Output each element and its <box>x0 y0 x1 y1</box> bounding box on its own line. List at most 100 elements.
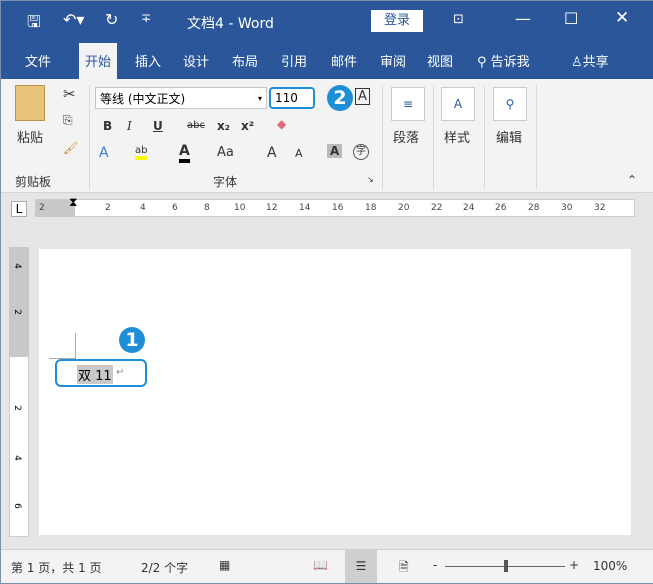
read-mode-icon[interactable]: 📖 <box>313 558 328 572</box>
paste-icon[interactable] <box>15 85 45 121</box>
undo-icon[interactable]: ↶▾ <box>63 10 84 29</box>
horizontal-ruler[interactable]: L 2 ⧗ 2 4 6 8 10 12 14 16 18 20 22 24 26… <box>1 193 653 223</box>
paragraph-button[interactable]: 段落 <box>393 127 419 146</box>
callout-1: 1 <box>119 327 145 353</box>
callout-2: 2 <box>327 85 353 111</box>
ruler-tick: 12 <box>266 203 278 213</box>
share-label: 共享 <box>582 55 609 70</box>
underline-button[interactable]: U <box>153 119 163 133</box>
tell-me-label: 告诉我 <box>490 55 530 70</box>
proofing-icon[interactable]: ▦ <box>219 558 230 572</box>
styles-icon[interactable]: A <box>441 87 475 121</box>
grow-font-button[interactable]: A <box>267 145 277 161</box>
ruler-tick: 4 <box>11 263 22 269</box>
paragraph-icon[interactable]: ≡ <box>391 87 425 121</box>
ruler-tick: 2 <box>11 309 22 315</box>
ribbon: 粘贴 ✂ ⎘ 🖌 剪贴板 等线 (中文正文) ▾ 110 2 A B I U ab… <box>1 79 653 193</box>
bold-button[interactable]: B <box>103 119 112 133</box>
document-page[interactable]: 1 双 11 ↵ <box>39 249 631 535</box>
user-icon: ♙ <box>571 55 583 70</box>
ribbon-display-icon[interactable]: ⊡ <box>453 12 464 27</box>
save-icon[interactable]: 🖫 <box>27 11 41 38</box>
clear-formatting-icon[interactable]: A <box>355 88 370 105</box>
selected-text[interactable]: 双 11 <box>77 365 113 384</box>
ruler-tick: 18 <box>365 203 377 213</box>
close-button[interactable]: ✕ <box>615 8 629 28</box>
font-name-value: 等线 (中文正文) <box>100 92 186 106</box>
font-color-button[interactable]: A <box>179 143 190 163</box>
customize-qat-icon[interactable]: ∓ <box>141 11 151 25</box>
ruler-tick: 6 <box>11 503 22 509</box>
ruler-tick: 6 <box>172 203 178 213</box>
tab-selector-icon[interactable]: L <box>11 201 27 217</box>
tab-review[interactable]: 审阅 <box>380 51 406 70</box>
ruler-tick: 16 <box>332 203 344 213</box>
zoom-slider-thumb[interactable] <box>504 560 508 572</box>
styles-button[interactable]: 样式 <box>444 127 470 146</box>
strikethrough-button[interactable]: abc <box>187 120 205 131</box>
word-count[interactable]: 2/2 个字 <box>141 559 188 576</box>
share-button[interactable]: ♙共享 <box>571 51 609 70</box>
zoom-in-button[interactable]: + <box>569 558 579 572</box>
zoom-out-button[interactable]: - <box>433 558 437 572</box>
ruler-tick: 4 <box>11 455 22 461</box>
superscript-button[interactable]: x² <box>241 119 254 133</box>
tab-references[interactable]: 引用 <box>281 51 307 70</box>
font-group-label: 字体 <box>213 175 238 189</box>
ruler-tick: 10 <box>234 203 246 213</box>
ruler-tick: 28 <box>528 203 540 213</box>
ruler-tick: 4 <box>140 203 146 213</box>
window-title: 文档4 - Word <box>187 16 274 32</box>
shrink-font-button[interactable]: A <box>295 147 303 160</box>
print-layout-icon[interactable]: ☰ <box>345 550 377 583</box>
zoom-level[interactable]: 100% <box>593 559 627 573</box>
text-effect-button[interactable]: A <box>99 145 109 161</box>
redo-icon[interactable]: ↻ <box>105 10 118 29</box>
cut-icon[interactable]: ✂ <box>63 85 76 103</box>
indent-marker-icon[interactable]: ⧗ <box>69 195 77 210</box>
ruler-tick: 8 <box>204 203 210 213</box>
font-name-select[interactable]: 等线 (中文正文) ▾ <box>95 87 267 109</box>
copy-icon[interactable]: ⎘ <box>63 113 73 128</box>
ruler-tick: 14 <box>299 203 311 213</box>
maximize-button[interactable]: ☐ <box>564 9 578 28</box>
format-painter-icon[interactable]: 🖌 <box>63 141 78 155</box>
title-bar: 🖫 ↶▾ ↻ ∓ 文档4 - Word 登录 ⊡ — ☐ ✕ <box>1 1 653 41</box>
ruler-tick: 2 <box>11 405 22 411</box>
tab-view[interactable]: 视图 <box>427 51 453 70</box>
tab-home[interactable]: 开始 <box>79 43 118 79</box>
login-button[interactable]: 登录 <box>371 10 423 32</box>
character-shading-button[interactable]: A <box>327 144 343 158</box>
change-case-button[interactable]: Aa <box>217 145 234 160</box>
paste-button[interactable]: 粘贴 <box>17 127 43 146</box>
web-layout-icon[interactable]: 🗎 <box>399 558 409 579</box>
editing-button[interactable]: 编辑 <box>496 127 522 146</box>
search-icon: ⚲ <box>477 55 491 70</box>
find-icon[interactable]: ⚲ <box>493 87 527 121</box>
ruler-tick: 2 <box>105 203 111 213</box>
italic-button[interactable]: I <box>127 119 132 133</box>
phonetic-guide-button[interactable]: 字 <box>353 144 369 160</box>
ruler-tick: 2 <box>39 203 45 213</box>
status-bar: 第 1 页，共 1 页 2/2 个字 ▦ 📖 ☰ 🗎 - + 100% <box>1 549 653 583</box>
font-dialog-launcher[interactable]: ↘ <box>367 175 374 184</box>
page-count[interactable]: 第 1 页，共 1 页 <box>11 559 102 576</box>
font-size-input[interactable]: 110 <box>269 87 315 109</box>
minimize-button[interactable]: — <box>515 9 531 28</box>
highlight-button[interactable]: ab <box>135 145 148 160</box>
tab-layout[interactable]: 布局 <box>232 51 258 70</box>
font-size-value: 110 <box>275 91 298 105</box>
tab-mailings[interactable]: 邮件 <box>331 51 357 70</box>
tab-design[interactable]: 设计 <box>183 51 209 70</box>
tab-file[interactable]: 文件 <box>25 51 51 70</box>
ruler-tick: 20 <box>398 203 410 213</box>
tell-me-search[interactable]: ⚲ 告诉我 <box>477 51 530 70</box>
ruler-tick: 26 <box>495 203 507 213</box>
paragraph-mark-icon: ↵ <box>116 367 125 378</box>
eraser-icon[interactable]: ◆ <box>277 117 286 131</box>
ribbon-tabs: 文件 开始 插入 设计 布局 引用 邮件 审阅 视图 ⚲ 告诉我 ♙共享 <box>1 41 653 79</box>
collapse-ribbon-icon[interactable]: ⌃ <box>627 173 637 187</box>
tab-insert[interactable]: 插入 <box>135 51 161 70</box>
ruler-tick: 22 <box>431 203 443 213</box>
subscript-button[interactable]: x₂ <box>217 119 230 133</box>
